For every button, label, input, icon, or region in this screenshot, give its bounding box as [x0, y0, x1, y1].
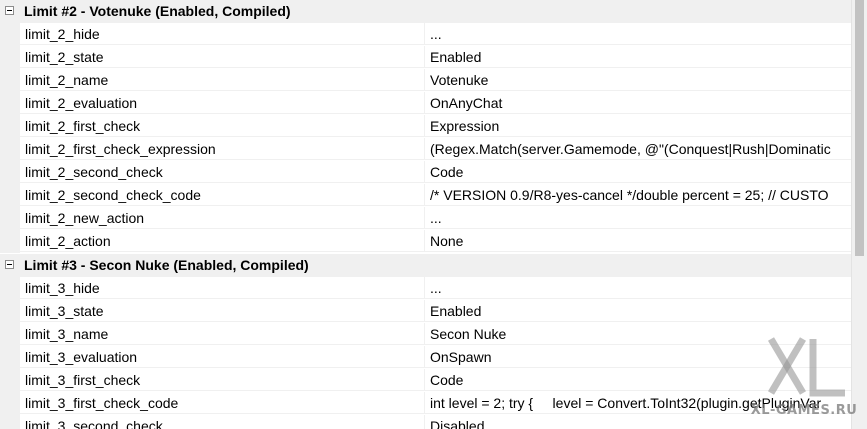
property-value[interactable]: Enabled — [425, 300, 851, 322]
scrollbar-thumb[interactable] — [855, 0, 864, 256]
property-name: limit_3_name — [20, 323, 425, 345]
property-row[interactable]: limit_2_new_action... — [0, 207, 851, 230]
property-row[interactable]: limit_3_evaluation OnSpawn — [0, 346, 851, 369]
property-name: limit_3_hide — [20, 277, 425, 299]
property-name: limit_2_evaluation — [20, 92, 425, 114]
watermark-text: XL-GAMES.RU — [750, 403, 858, 418]
property-row[interactable]: limit_2_name Votenuke — [0, 69, 851, 92]
property-name: limit_3_first_check — [20, 369, 425, 391]
property-value[interactable]: ... — [425, 23, 851, 45]
property-name: limit_3_evaluation — [20, 346, 425, 368]
property-value[interactable]: Expression — [425, 115, 851, 137]
property-name: limit_2_first_check_expression — [20, 138, 425, 160]
category-header-limit-3[interactable]: Limit #3 - Secon Nuke (Enabled, Compiled… — [0, 254, 851, 277]
property-row[interactable]: limit_3_name Secon Nuke — [0, 323, 851, 346]
property-row[interactable]: limit_2_state Enabled — [0, 46, 851, 69]
property-row[interactable]: limit_3_first_check_code int level = 2; t… — [0, 392, 851, 415]
property-value[interactable]: Enabled — [425, 46, 851, 68]
property-row[interactable]: limit_3_second_check Disabled — [0, 415, 851, 429]
collapse-icon[interactable] — [5, 6, 14, 15]
property-name: limit_3_state — [20, 300, 425, 322]
category-title: Limit #2 - Votenuke (Enabled, Compiled) — [24, 3, 291, 19]
property-value[interactable]: None — [425, 230, 851, 252]
xl-logo-icon — [767, 337, 845, 397]
property-name: limit_2_state — [20, 46, 425, 68]
property-value[interactable]: ... — [425, 277, 851, 299]
property-row[interactable]: limit_3_hide... — [0, 277, 851, 300]
property-name: limit_2_name — [20, 69, 425, 91]
property-name: limit_2_action — [20, 230, 425, 252]
property-row[interactable]: limit_3_state Enabled — [0, 300, 851, 323]
property-value[interactable]: (Regex.Match(server.Gamemode, @"(Conques… — [425, 138, 851, 160]
property-row[interactable]: limit_2_second_check_code/* VERSION 0.9/… — [0, 184, 851, 207]
watermark-logo: XL-GAMES.RU — [741, 331, 867, 429]
property-name: limit_2_second_check — [20, 161, 425, 183]
category-header-limit-2[interactable]: Limit #2 - Votenuke (Enabled, Compiled) — [0, 0, 851, 23]
property-value[interactable]: Code — [425, 161, 851, 183]
property-value[interactable]: Votenuke — [425, 69, 851, 91]
property-row[interactable]: limit_2_hide... — [0, 23, 851, 46]
property-name: limit_3_second_check — [20, 415, 425, 429]
property-value[interactable]: ... — [425, 207, 851, 229]
property-row[interactable]: limit_2_action None — [0, 230, 851, 253]
property-row[interactable]: limit_2_evaluation OnAnyChat — [0, 92, 851, 115]
property-value[interactable]: /* VERSION 0.9/R8-yes-cancel */double pe… — [425, 184, 851, 206]
property-name: limit_2_new_action — [20, 207, 425, 229]
collapse-icon[interactable] — [5, 260, 14, 269]
property-row[interactable]: limit_2_first_check_expression (Regex.Mat… — [0, 138, 851, 161]
property-value[interactable]: OnAnyChat — [425, 92, 851, 114]
property-name: limit_3_first_check_code — [20, 392, 425, 414]
property-row[interactable]: limit_3_first_check Code — [0, 369, 851, 392]
category-title: Limit #3 - Secon Nuke (Enabled, Compiled… — [24, 257, 309, 273]
property-grid: Limit #2 - Votenuke (Enabled, Compiled) … — [0, 0, 851, 429]
property-row[interactable]: limit_2_first_check Expression — [0, 115, 851, 138]
property-row[interactable]: limit_2_second_check Code — [0, 161, 851, 184]
property-name: limit_2_hide — [20, 23, 425, 45]
property-name: limit_2_second_check_code — [20, 184, 425, 206]
property-name: limit_2_first_check — [20, 115, 425, 137]
